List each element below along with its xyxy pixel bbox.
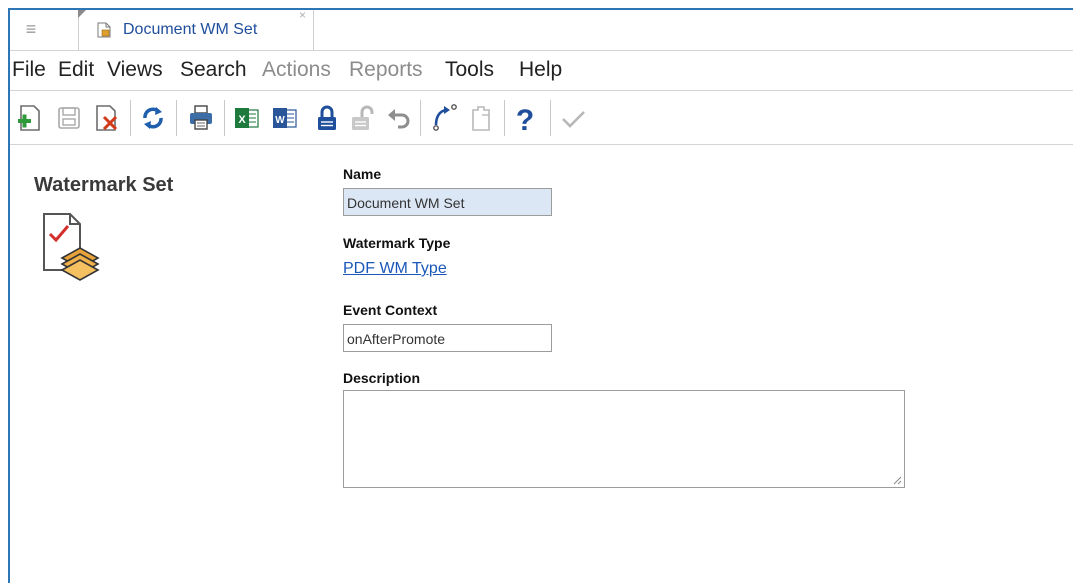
svg-text:?: ?: [516, 104, 534, 135]
export-excel-icon[interactable]: X: [232, 101, 262, 135]
tab-document-wm-set[interactable]: Document WM Set ×: [78, 8, 314, 50]
tab-label: Document WM Set: [123, 21, 258, 38]
toolbar: X W ?: [10, 92, 1073, 145]
promote-icon[interactable]: [428, 101, 458, 135]
event-context-field[interactable]: onAfterPromote: [343, 324, 552, 352]
menu-edit[interactable]: Edit: [58, 58, 94, 82]
toolbar-separator: [550, 100, 551, 136]
menu-reports[interactable]: Reports: [349, 58, 423, 82]
watermark-type-label: Watermark Type: [343, 235, 451, 251]
description-textarea[interactable]: [343, 390, 905, 488]
new-item-icon[interactable]: [16, 101, 46, 135]
unlock-icon[interactable]: [348, 101, 378, 135]
menu-file[interactable]: File: [12, 58, 46, 82]
page-title: Watermark Set: [34, 174, 174, 196]
menu-views[interactable]: Views: [107, 58, 163, 82]
export-word-icon[interactable]: W: [270, 101, 300, 135]
clipboard-icon[interactable]: [466, 101, 496, 135]
menu-bar: File Edit Views Search Actions Reports T…: [10, 50, 1073, 91]
print-icon[interactable]: [186, 101, 216, 135]
event-context-label: Event Context: [343, 302, 438, 318]
menu-search[interactable]: Search: [180, 58, 247, 82]
resize-grip-icon[interactable]: [892, 475, 902, 485]
help-icon[interactable]: ?: [510, 101, 540, 137]
document-icon: [97, 22, 111, 38]
watermark-set-icon: [43, 213, 100, 281]
lock-icon[interactable]: [312, 101, 342, 135]
delete-icon[interactable]: [92, 101, 122, 135]
toolbar-separator: [130, 100, 131, 136]
hamburger-menu-icon[interactable]: ≡: [20, 18, 42, 40]
menu-help[interactable]: Help: [519, 58, 562, 82]
name-field[interactable]: Document WM Set: [343, 188, 552, 216]
toolbar-separator: [224, 100, 225, 136]
refresh-icon[interactable]: [138, 101, 168, 135]
tab-bar: ≡ Document WM Set ×: [10, 8, 1073, 51]
save-icon[interactable]: [54, 101, 84, 135]
menu-actions[interactable]: Actions: [262, 58, 331, 82]
toolbar-separator: [420, 100, 421, 136]
watermark-type-link[interactable]: PDF WM Type: [343, 260, 447, 278]
undo-icon[interactable]: [384, 101, 414, 135]
description-label: Description: [343, 370, 421, 386]
tab-pin-corner: [78, 10, 86, 18]
toolbar-separator: [176, 100, 177, 136]
tab-close-icon[interactable]: ×: [299, 8, 306, 22]
menu-tools[interactable]: Tools: [445, 58, 494, 82]
done-check-icon[interactable]: [558, 101, 588, 135]
app-window: ≡ Document WM Set × File Edit Views Sear…: [8, 8, 1073, 583]
svg-text:W: W: [275, 115, 285, 126]
toolbar-separator: [504, 100, 505, 136]
name-label: Name: [343, 166, 382, 182]
svg-text:X: X: [238, 114, 246, 126]
